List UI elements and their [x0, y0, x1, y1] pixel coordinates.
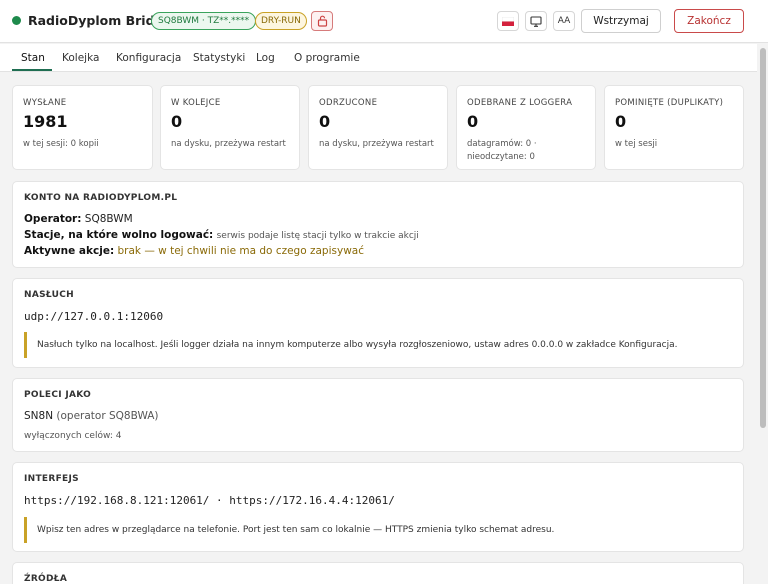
font-size-button[interactable]: AA [553, 11, 575, 31]
disabled-targets: wyłączonych celów: 4 [24, 431, 122, 441]
stat-value: 0 [319, 112, 331, 131]
stat-value: 0 [171, 112, 183, 131]
stat-value: 0 [467, 112, 479, 131]
app-header: RadioDyplom Bridge SQ8BWM · TZ**.**** DR… [0, 0, 768, 43]
actions-line: Aktywne akcje: brak — w tej chwili nie m… [24, 245, 364, 257]
stat-label: WYSŁANE [23, 98, 67, 108]
section-title: INTERFEJS [24, 474, 79, 484]
section-title: ŹRÓDŁA [24, 574, 68, 584]
account-section: KONTO NA RADIODYPLOM.PL Operator: SQ8BWM… [12, 181, 744, 268]
tab-log[interactable]: Log [256, 52, 275, 64]
interface-urls[interactable]: https://192.168.8.121:12061/ · https://1… [24, 494, 395, 507]
listen-section: NASŁUCH udp://127.0.0.1:12060 Nasłuch ty… [12, 278, 744, 368]
stat-note: w tej sesji [615, 139, 658, 149]
lock-button[interactable] [311, 11, 333, 31]
operator-value: SQ8BWM [84, 213, 133, 225]
tab-o-programie[interactable]: O programie [294, 52, 360, 64]
stat-label: ODEBRANE Z LOGGERA [467, 98, 573, 108]
stat-label: POMINIĘTE (DUPLIKATY) [615, 98, 724, 108]
stations-label: Stacje, na które wolno logować: [24, 229, 214, 241]
interface-section: INTERFEJS https://192.168.8.121:12061/ ·… [12, 462, 744, 552]
actions-value: brak — w tej chwili nie ma do czego zapi… [117, 245, 364, 257]
stations-value: serwis podaje listę stacji tylko w trakc… [216, 231, 419, 241]
pause-button[interactable]: Wstrzymaj [581, 9, 661, 33]
operator-line: Operator: SQ8BWM [24, 213, 133, 225]
stat-card-duplicates: POMINIĘTE (DUPLIKATY) 0 w tej sesji [604, 85, 744, 170]
section-title: NASŁUCH [24, 290, 74, 300]
display-mode-button[interactable] [525, 11, 547, 31]
tab-konfiguracja[interactable]: Konfiguracja [116, 52, 181, 64]
tab-bar: Stan Kolejka Konfiguracja Statystyki Log… [0, 44, 768, 72]
tab-stan[interactable]: Stan [21, 52, 45, 64]
interface-note: Wpisz ten adres w przeglądarce na telefo… [24, 517, 554, 543]
stat-card-queued: W KOLEJCE 0 na dysku, przeżywa restart [160, 85, 300, 170]
tab-kolejka[interactable]: Kolejka [62, 52, 99, 64]
send-as-section: POLECI JAKO SN8N (operator SQ8BWA) wyłąc… [12, 378, 744, 452]
stat-note: datagramów: 0 · nieodczytane: 0 [467, 139, 537, 162]
monitor-icon [530, 15, 542, 27]
station-line: SN8N (operator SQ8BWA) [24, 410, 159, 422]
language-button[interactable] [497, 11, 519, 31]
scrollbar[interactable] [757, 44, 768, 584]
stat-note: na dysku, przeżywa restart [171, 139, 286, 149]
status-indicator [12, 16, 21, 25]
callsign-badge: SQ8BWM · TZ**.**** [151, 12, 257, 30]
active-tab-indicator [12, 69, 52, 71]
scrollbar-thumb[interactable] [760, 48, 766, 428]
stat-value: 1981 [23, 112, 68, 131]
stat-card-rejected: ODRZUCONE 0 na dysku, przeżywa restart [308, 85, 448, 170]
stat-card-received: ODEBRANE Z LOGGERA 0 datagramów: 0 · nie… [456, 85, 596, 170]
stat-value: 0 [615, 112, 627, 131]
lock-icon [317, 15, 327, 27]
poland-flag-icon [502, 16, 514, 26]
section-title: POLECI JAKO [24, 390, 92, 400]
stat-note: na dysku, przeżywa restart [319, 139, 434, 149]
section-title: KONTO NA RADIODYPLOM.PL [24, 193, 178, 203]
listen-note: Nasłuch tylko na localhost. Jeśli logger… [24, 332, 678, 358]
quit-button[interactable]: Zakończ [674, 9, 744, 33]
station-callsign: SN8N [24, 410, 54, 422]
stat-card-sent: WYSŁANE 1981 w tej sesji: 0 kopii [12, 85, 153, 170]
stations-line: Stacje, na które wolno logować: serwis p… [24, 229, 419, 241]
dry-run-badge: DRY-RUN [255, 12, 307, 30]
stat-note: w tej sesji: 0 kopii [23, 139, 99, 149]
stat-label: ODRZUCONE [319, 98, 378, 108]
stat-label: W KOLEJCE [171, 98, 221, 108]
tab-statystyki[interactable]: Statystyki [193, 52, 245, 64]
listen-address: udp://127.0.0.1:12060 [24, 310, 164, 323]
station-operator: (operator SQ8BWA) [56, 410, 159, 422]
actions-label: Aktywne akcje: [24, 245, 115, 257]
operator-label: Operator: [24, 213, 82, 225]
sources-section: ŹRÓDŁA [12, 562, 744, 584]
